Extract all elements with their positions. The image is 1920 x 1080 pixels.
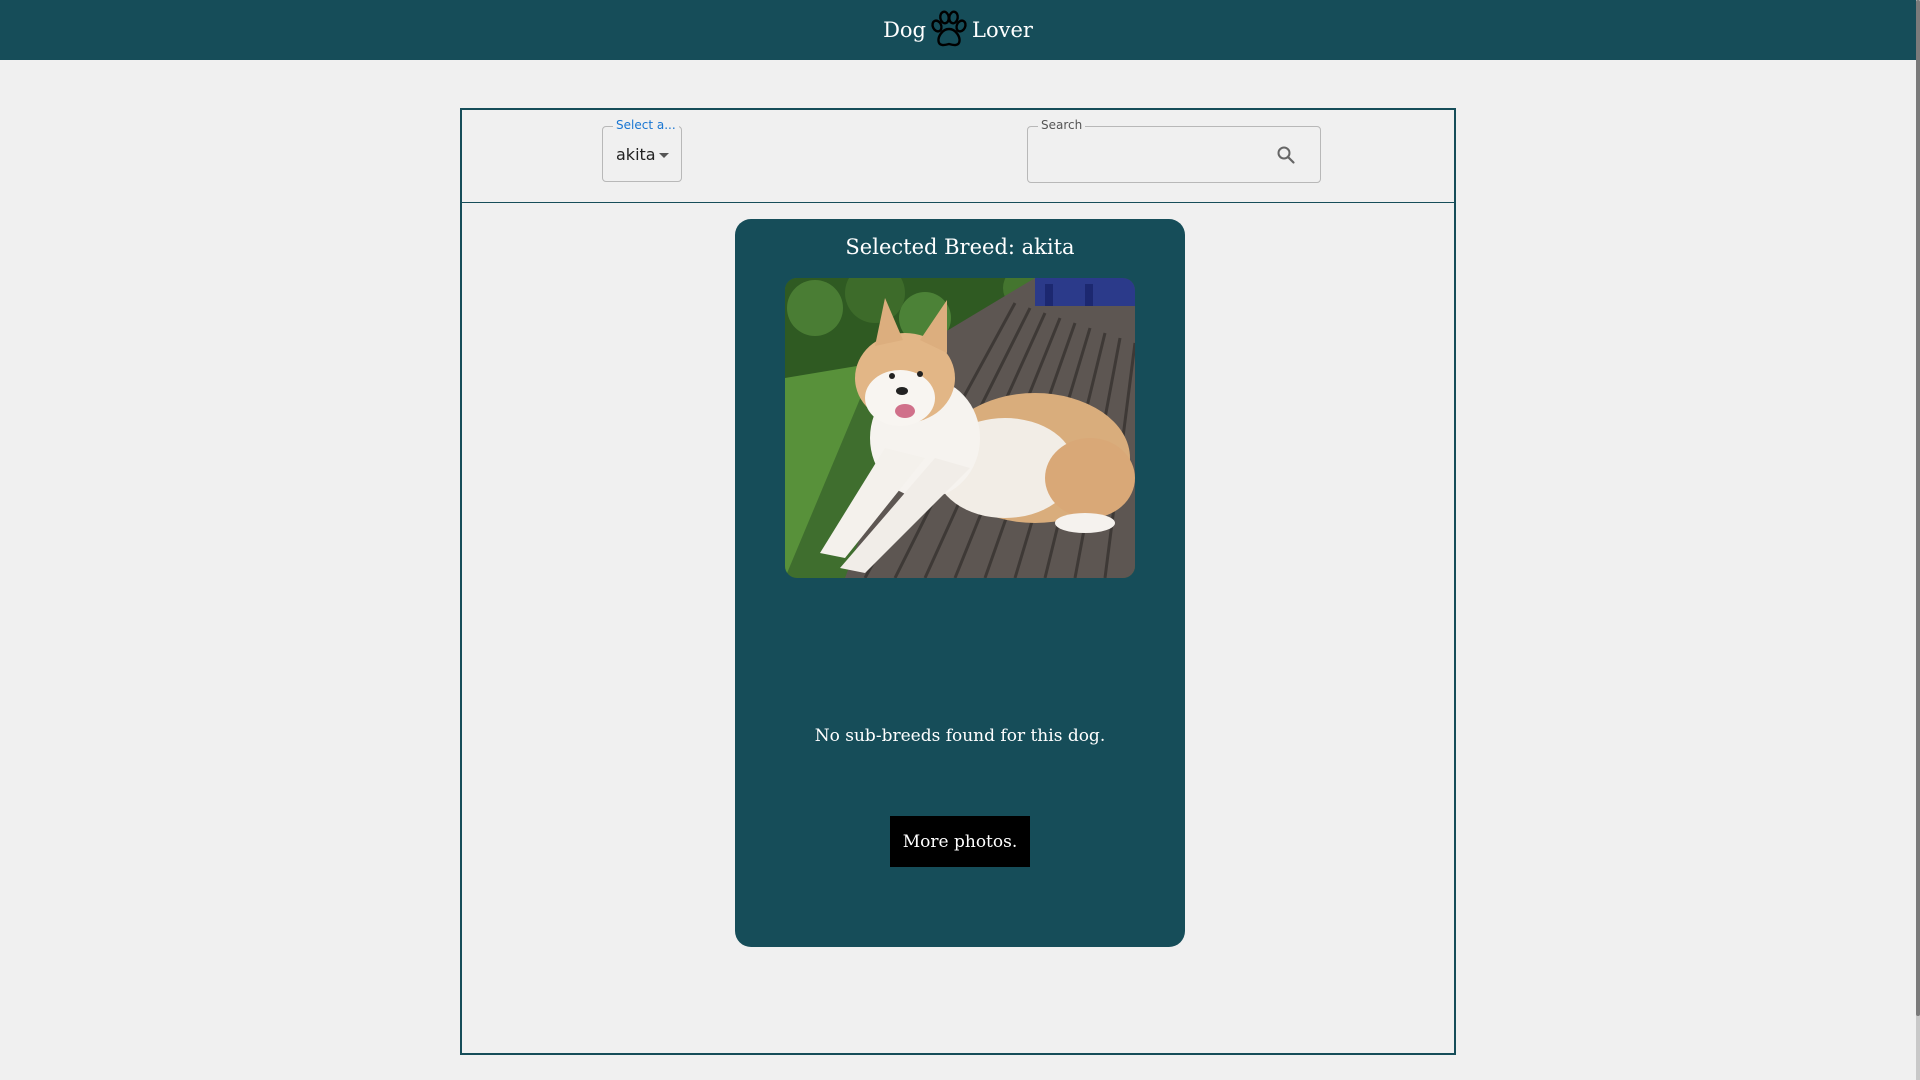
search-field[interactable]: Search — [1027, 118, 1321, 183]
scrollbar-thumb[interactable] — [1916, 0, 1920, 1016]
paw-icon — [928, 9, 970, 51]
selected-breed-title: Selected Breed: akita — [845, 235, 1075, 259]
search-input[interactable] — [1040, 141, 1264, 169]
search-label: Search — [1038, 118, 1086, 132]
breed-select-value: akita — [616, 144, 656, 164]
caret-down-icon — [659, 153, 669, 158]
brand: Dog Lover — [883, 9, 1033, 51]
breed-photo — [785, 278, 1135, 578]
more-photos-button[interactable]: More photos. — [890, 816, 1030, 867]
breed-card: Selected Breed: akita No sub-breeds foun… — [735, 219, 1185, 947]
brand-right-text: Lover — [972, 18, 1033, 42]
breed-select-label: Select a... — [613, 118, 679, 132]
brand-left-text: Dog — [883, 18, 926, 42]
sub-breeds-message: No sub-breeds found for this dog. — [814, 726, 1106, 746]
breed-select[interactable]: Select a... akita — [602, 118, 682, 182]
app-header: Dog Lover — [0, 0, 1916, 60]
search-icon[interactable] — [1274, 143, 1298, 167]
main-frame: Select a... akita Search Selected Breed:… — [460, 108, 1456, 1055]
page-scrollbar[interactable] — [1916, 0, 1920, 1080]
controls-bar: Select a... akita Search — [462, 110, 1454, 203]
